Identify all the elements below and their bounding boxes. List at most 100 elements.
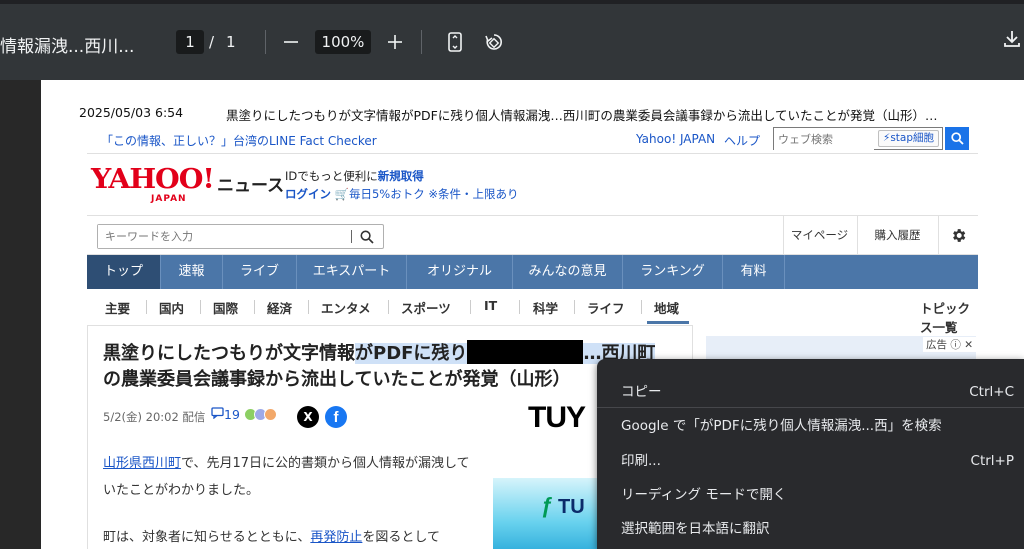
article-image[interactable]: ƒ TU bbox=[493, 478, 603, 549]
news-search-row: マイページ 購入履歴 bbox=[87, 215, 978, 255]
rotate-icon bbox=[485, 34, 502, 50]
menu-item-reading-mode[interactable]: リーディング モードで開く bbox=[597, 478, 1024, 512]
keyword-search-input[interactable] bbox=[98, 225, 338, 248]
id-promo: IDでもっと便利に新規取得 bbox=[285, 168, 424, 184]
page-total: 1 bbox=[226, 33, 236, 51]
nav-top[interactable]: トップ bbox=[87, 255, 161, 289]
print-date: 2025/05/03 6:54 bbox=[79, 105, 184, 120]
nav-live[interactable]: ライブ bbox=[223, 255, 297, 289]
rotate-button[interactable] bbox=[481, 29, 507, 55]
zoom-in-button[interactable] bbox=[382, 29, 408, 55]
article-publish-date: 5/2(金) 20:02 配信 bbox=[103, 410, 206, 424]
web-search-button[interactable] bbox=[945, 127, 969, 150]
zoom-out-button[interactable] bbox=[278, 29, 304, 55]
yahoo-japan-logo[interactable]: YAHOO! JAPAN bbox=[91, 166, 215, 205]
nishikawa-link[interactable]: 山形県西川町 bbox=[103, 456, 181, 471]
zoom-level-input[interactable]: 100% bbox=[315, 30, 371, 54]
menu-item-shortcut: Ctrl+P bbox=[970, 453, 1014, 469]
search-icon bbox=[950, 132, 964, 145]
nav-ranking[interactable]: ランキング bbox=[623, 255, 723, 289]
pdf-toolbar: 情報漏洩...西川... 1 / 1 100% bbox=[0, 0, 1024, 80]
nav-original[interactable]: オリジナル bbox=[407, 255, 513, 289]
cat-divider bbox=[308, 300, 309, 314]
cat-divider bbox=[574, 300, 575, 314]
page-separator: / bbox=[209, 33, 215, 51]
cat-sports[interactable]: スポーツ bbox=[401, 298, 451, 317]
cat-divider bbox=[519, 300, 520, 314]
menu-item-copy[interactable]: コピー Ctrl+C bbox=[597, 375, 1024, 409]
fit-to-page-icon bbox=[448, 32, 462, 52]
cat-it[interactable]: IT bbox=[484, 298, 497, 313]
page-number-input[interactable]: 1 bbox=[176, 30, 204, 54]
menu-item-shortcut: Ctrl+C bbox=[969, 384, 1014, 400]
title-selected-text: がPDFに残り bbox=[355, 343, 468, 364]
keyword-search-button[interactable] bbox=[360, 229, 374, 248]
prevention-link[interactable]: 再発防止 bbox=[310, 530, 362, 545]
signup-link[interactable]: 新規取得 bbox=[378, 169, 424, 183]
ad-label-text: 広告 bbox=[926, 339, 948, 351]
menu-item-google-search[interactable]: Google で「がPDFに残り個人情報漏洩...西」を検索 bbox=[597, 409, 1024, 443]
settings-button[interactable] bbox=[938, 216, 978, 255]
menu-item-label: 印刷... bbox=[621, 453, 661, 469]
daily-discount-link[interactable]: 毎日5%おトク ※条件・上限あり bbox=[349, 187, 519, 201]
nav-expert[interactable]: エキスパート bbox=[297, 255, 407, 289]
context-menu: コピー Ctrl+C Google で「がPDFに残り個人情報漏洩...西」を検… bbox=[597, 359, 1024, 549]
cat-science[interactable]: 科学 bbox=[533, 298, 558, 317]
news-label: ニュース bbox=[217, 176, 285, 196]
toolbar-top-edge bbox=[0, 0, 1024, 4]
logo-japan-text: JAPAN bbox=[151, 194, 187, 204]
cat-divider bbox=[388, 300, 389, 314]
fit-to-page-button[interactable] bbox=[442, 29, 468, 55]
title-part-a: 黒塗りにしたつもりが文字情報 bbox=[103, 343, 355, 364]
comment-icon bbox=[211, 407, 224, 420]
id-promo-text: IDでもっと便利に bbox=[285, 169, 378, 183]
share-x-button[interactable]: X bbox=[297, 406, 319, 428]
comment-count-link[interactable]: 19 bbox=[211, 407, 240, 422]
redaction-block bbox=[467, 340, 584, 364]
yahoo-japan-link[interactable]: Yahoo! JAPAN bbox=[636, 132, 715, 146]
toolbar-divider bbox=[265, 30, 266, 54]
login-link[interactable]: ログイン bbox=[285, 187, 331, 201]
help-link[interactable]: ヘルプ bbox=[724, 132, 760, 149]
cart-icon: 🛒 bbox=[334, 187, 349, 201]
cat-international[interactable]: 国際 bbox=[213, 298, 238, 317]
print-page-title: 黒塗りにしたつもりが文字情報がPDFに残り個人情報漏洩…西川町の農業委員会議事録… bbox=[226, 108, 938, 123]
tuy-mark-icon: ƒ bbox=[541, 493, 554, 518]
reaction-face-icon bbox=[264, 408, 277, 421]
paragraph-2-post: を図るとして bbox=[362, 530, 440, 545]
title-line-2: の農業委員会議事録から流出していたことが発覚（山形） bbox=[103, 369, 571, 390]
nav-breaking[interactable]: 速報 bbox=[161, 255, 223, 289]
cat-divider bbox=[146, 300, 147, 314]
cat-main[interactable]: 主要 bbox=[105, 298, 130, 317]
plus-icon bbox=[388, 35, 402, 49]
reaction-faces[interactable] bbox=[244, 408, 277, 421]
search-icon bbox=[360, 230, 374, 244]
login-promo: ログイン 🛒毎日5%おトク ※条件・上限あり bbox=[285, 186, 519, 202]
cat-domestic[interactable]: 国内 bbox=[159, 298, 184, 317]
cat-local[interactable]: 地域 bbox=[654, 298, 679, 317]
nav-opinion[interactable]: みんなの意見 bbox=[513, 255, 623, 289]
my-page-link[interactable]: マイページ bbox=[783, 216, 855, 255]
fact-checker-link[interactable]: 「この情報、正しい？」台湾のLINE Fact Checker bbox=[101, 132, 377, 149]
web-search-input[interactable] bbox=[774, 129, 874, 150]
purchase-history-link[interactable]: 購入履歴 bbox=[857, 216, 937, 255]
nav-paid[interactable]: 有料 bbox=[723, 255, 785, 289]
download-button[interactable] bbox=[1003, 29, 1021, 53]
menu-item-print[interactable]: 印刷... Ctrl+P bbox=[597, 444, 1024, 478]
category-bar: 主要 国内 国際 経済 エンタメ スポーツ IT 科学 ライフ 地域 トピックス… bbox=[87, 290, 978, 335]
cat-life[interactable]: ライフ bbox=[587, 298, 625, 317]
menu-item-translate[interactable]: 選択範囲を日本語に翻訳 bbox=[597, 512, 1024, 546]
main-nav: トップ 速報 ライブ エキスパート オリジナル みんなの意見 ランキング 有料 bbox=[87, 255, 978, 289]
cat-entertainment[interactable]: エンタメ bbox=[321, 298, 371, 317]
tuy-source-logo: TUY bbox=[528, 401, 586, 434]
keyword-search-box bbox=[97, 224, 384, 249]
cat-economy[interactable]: 経済 bbox=[267, 298, 292, 317]
menu-divider bbox=[597, 407, 1024, 408]
toolbar-divider bbox=[421, 30, 422, 54]
paragraph-2-pre: 町は、対象者に知らせるとともに、 bbox=[103, 530, 311, 545]
share-facebook-button[interactable]: f bbox=[325, 406, 347, 428]
logo-wordmark: YAHOO! bbox=[91, 164, 215, 195]
stap-suggest-button[interactable]: ⚡stap細胞 bbox=[877, 130, 939, 147]
topic-list-link[interactable]: トピックス一覧 bbox=[920, 298, 978, 336]
cat-divider bbox=[470, 300, 471, 314]
